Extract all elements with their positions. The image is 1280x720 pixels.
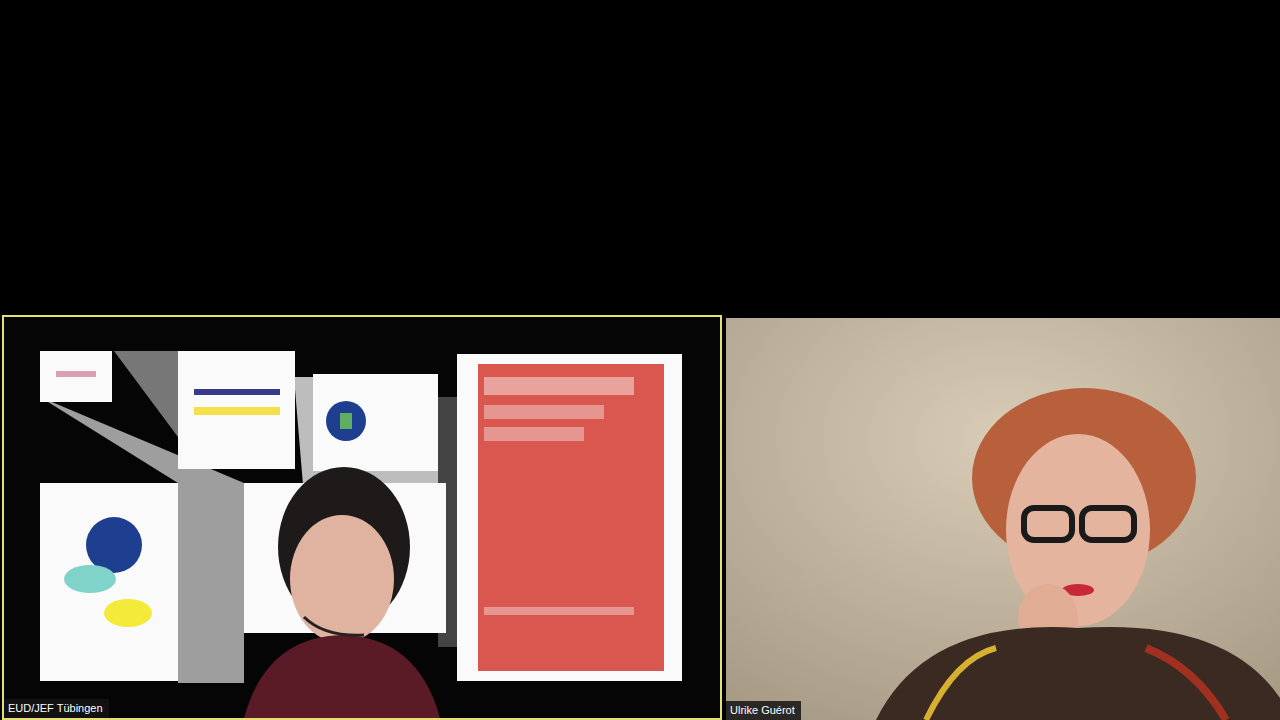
participant-tile[interactable]: Ulrike Guérot — [726, 318, 1280, 720]
tile-row: EUD/JEF Tübingen Ulrike Guérot — [0, 315, 1280, 720]
participant-tile[interactable]: EUD/JEF Tübingen — [2, 315, 722, 720]
participant-name: Ulrike Guérot — [726, 701, 801, 720]
participant-name: EUD/JEF Tübingen — [4, 699, 109, 718]
video-call: EUD/JEF Tübingen Ulrike Guérot — [0, 0, 1280, 720]
video-frame — [4, 317, 720, 718]
empty-stage — [0, 0, 1280, 315]
video-frame — [726, 318, 1280, 720]
